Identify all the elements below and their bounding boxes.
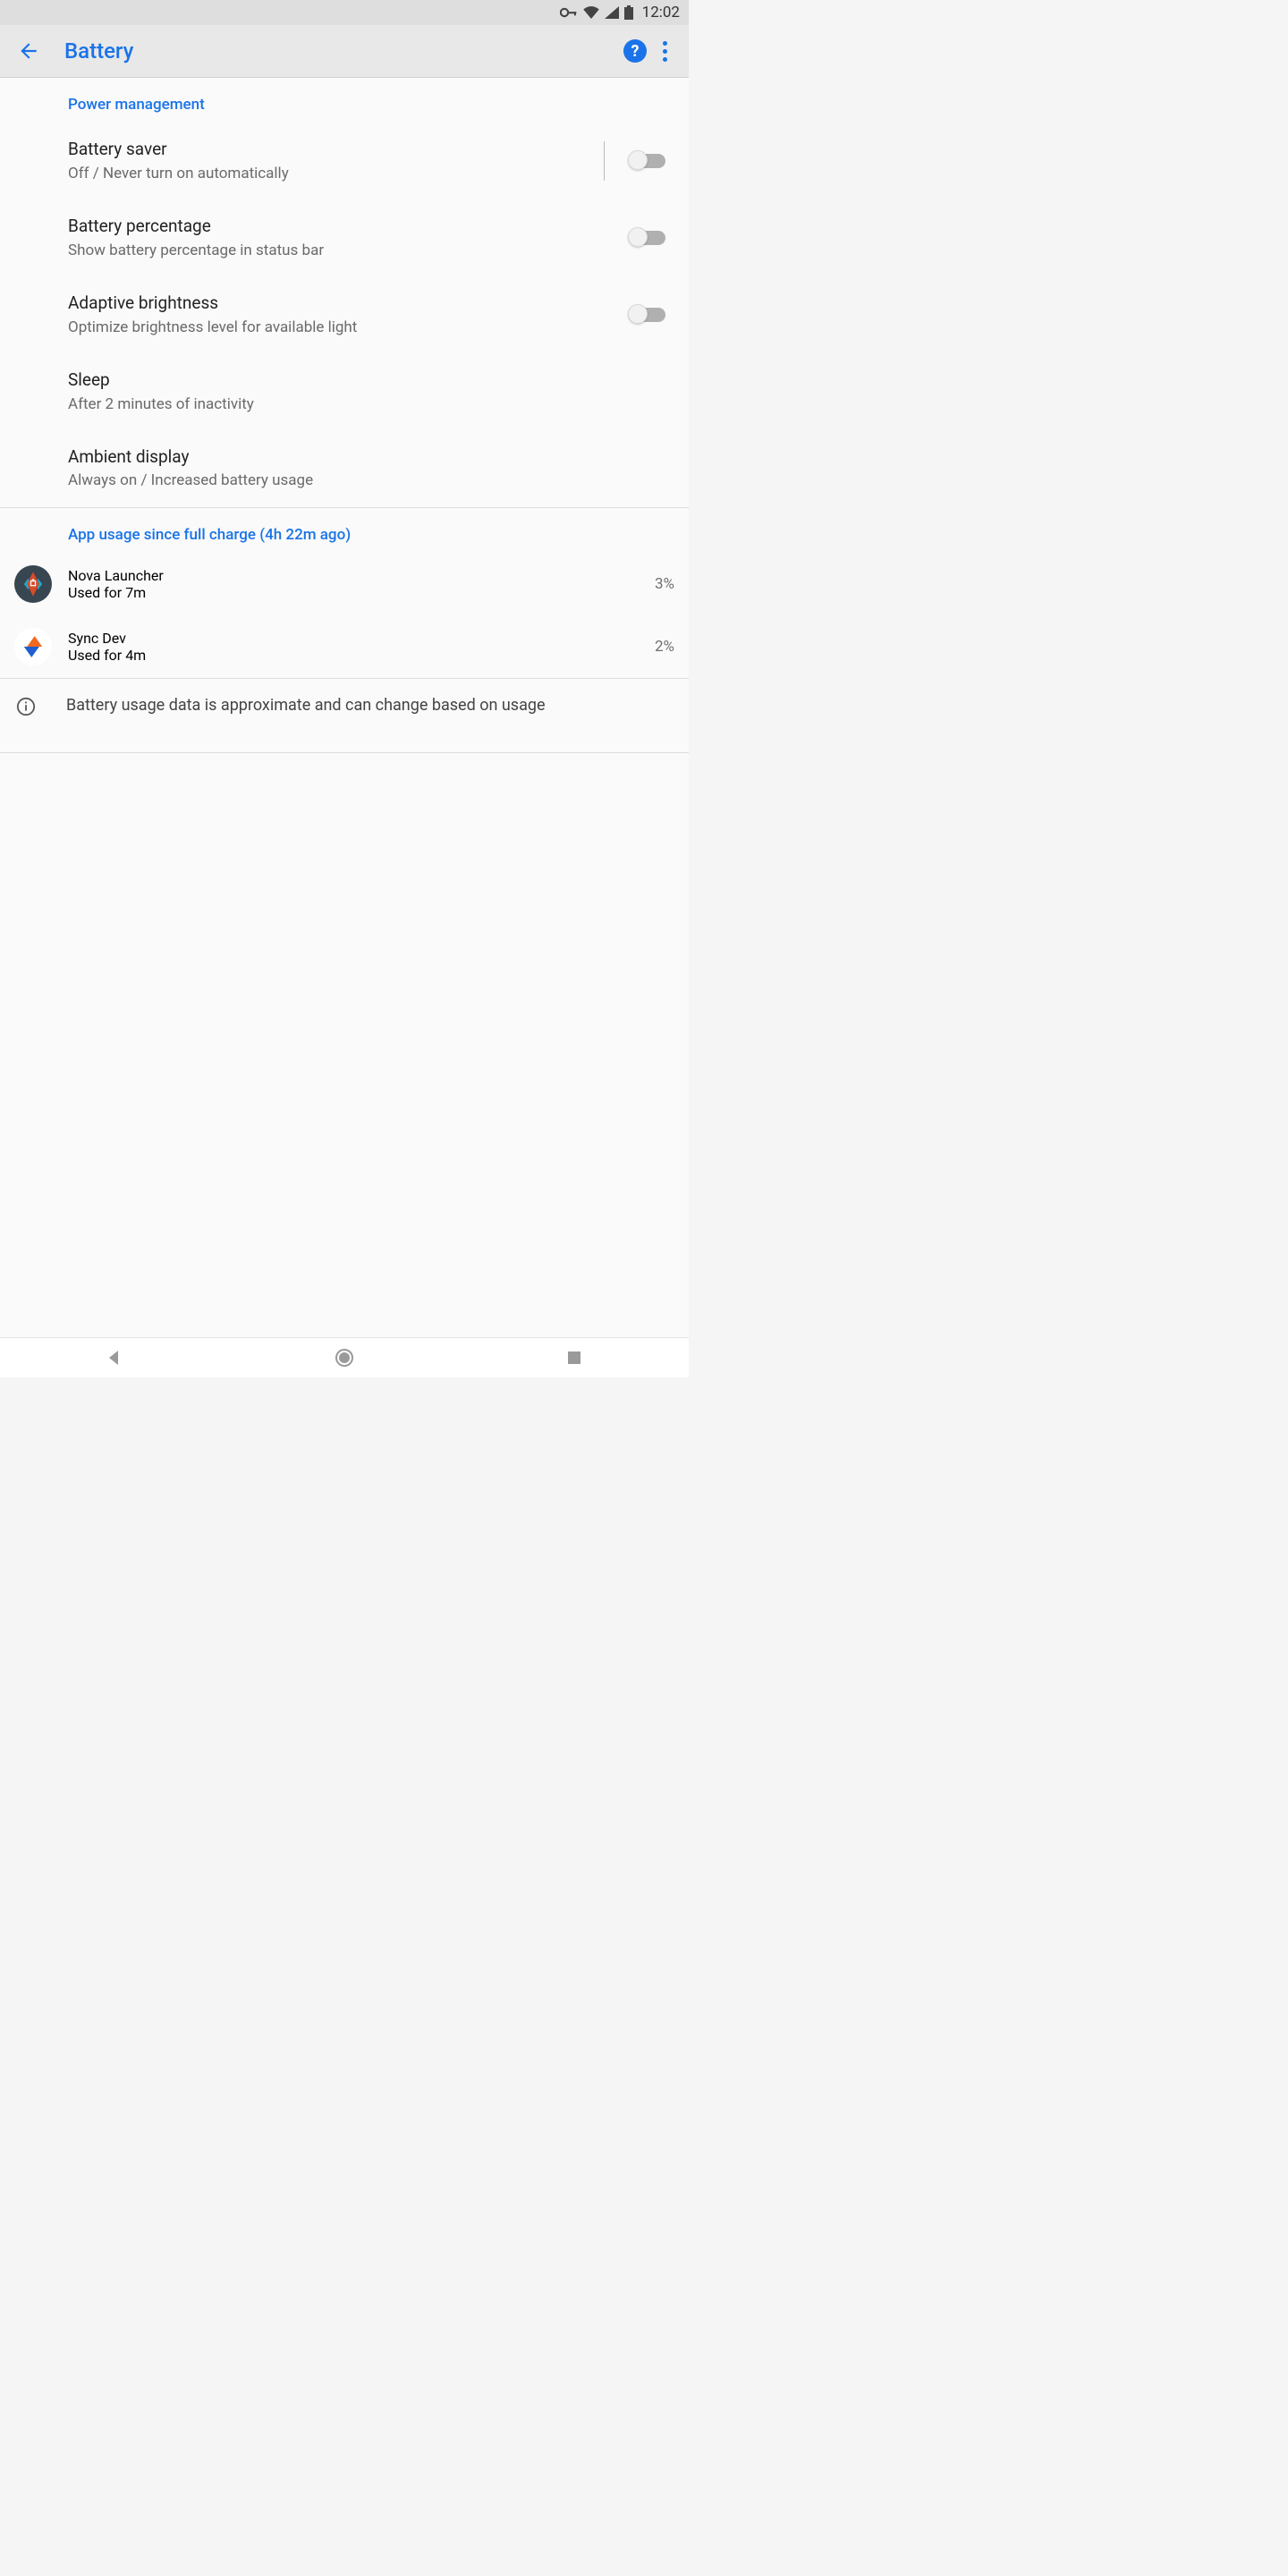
info-icon bbox=[16, 695, 52, 716]
footer-note-text: Battery usage data is approximate and ca… bbox=[66, 695, 674, 716]
page-title: Battery bbox=[47, 38, 619, 64]
app-bar: Battery ? bbox=[0, 25, 689, 78]
row-subtitle: Optimize brightness level for available … bbox=[68, 318, 621, 337]
row-adaptive-brightness[interactable]: Adaptive brightness Optimize brightness … bbox=[0, 276, 689, 353]
row-subtitle: Off / Never turn on automatically bbox=[68, 165, 604, 183]
section-app-usage-header: App usage since full charge (4h 22m ago) bbox=[0, 508, 689, 553]
nova-launcher-icon bbox=[14, 565, 52, 603]
overflow-menu-button[interactable] bbox=[651, 41, 678, 62]
app-row-nova-launcher[interactable]: Nova Launcher Used for 7m 3% bbox=[0, 553, 689, 615]
row-title: Battery percentage bbox=[68, 216, 621, 238]
divider-vertical bbox=[604, 141, 605, 181]
nav-back-button[interactable] bbox=[101, 1344, 128, 1371]
row-sleep[interactable]: Sleep After 2 minutes of inactivity bbox=[0, 353, 689, 430]
battery-icon bbox=[624, 5, 633, 20]
app-usage-percent: 3% bbox=[655, 575, 674, 593]
app-usage-label: Used for 4m bbox=[68, 647, 655, 664]
row-subtitle: Always on / Increased battery usage bbox=[68, 471, 678, 490]
adaptive-brightness-toggle[interactable] bbox=[630, 308, 665, 322]
help-button[interactable]: ? bbox=[619, 35, 651, 67]
app-usage-label: Used for 7m bbox=[68, 584, 655, 601]
divider bbox=[0, 752, 689, 753]
row-title: Ambient display bbox=[68, 446, 678, 469]
row-title: Adaptive brightness bbox=[68, 292, 621, 315]
row-subtitle: Show battery percentage in status bar bbox=[68, 242, 621, 260]
battery-saver-toggle[interactable] bbox=[630, 154, 665, 168]
wifi-icon bbox=[583, 6, 599, 19]
battery-percentage-toggle[interactable] bbox=[630, 231, 665, 245]
app-name: Sync Dev bbox=[68, 630, 655, 647]
status-time: 12:02 bbox=[642, 4, 680, 21]
row-title: Battery saver bbox=[68, 139, 604, 161]
section-power-management-header: Power management bbox=[0, 78, 689, 123]
content: Power management Battery saver Off / Nev… bbox=[0, 78, 689, 1337]
row-subtitle: After 2 minutes of inactivity bbox=[68, 395, 678, 414]
system-nav-bar bbox=[0, 1337, 689, 1377]
help-icon: ? bbox=[623, 39, 647, 63]
row-battery-percentage[interactable]: Battery percentage Show battery percenta… bbox=[0, 199, 689, 276]
sync-dev-icon bbox=[14, 628, 52, 665]
nav-recents-button[interactable] bbox=[561, 1344, 588, 1371]
row-title: Sleep bbox=[68, 369, 678, 392]
back-button[interactable] bbox=[11, 39, 47, 63]
status-bar: 12:02 bbox=[0, 0, 689, 25]
app-name: Nova Launcher bbox=[68, 567, 655, 584]
vpn-key-icon bbox=[560, 6, 578, 19]
row-battery-saver[interactable]: Battery saver Off / Never turn on automa… bbox=[0, 123, 689, 199]
nav-home-button[interactable] bbox=[331, 1344, 358, 1371]
app-usage-percent: 2% bbox=[655, 638, 674, 656]
row-ambient-display[interactable]: Ambient display Always on / Increased ba… bbox=[0, 430, 689, 507]
cell-signal-icon bbox=[605, 6, 619, 19]
footer-note: Battery usage data is approximate and ca… bbox=[0, 679, 689, 752]
app-row-sync-dev[interactable]: Sync Dev Used for 4m 2% bbox=[0, 615, 689, 678]
